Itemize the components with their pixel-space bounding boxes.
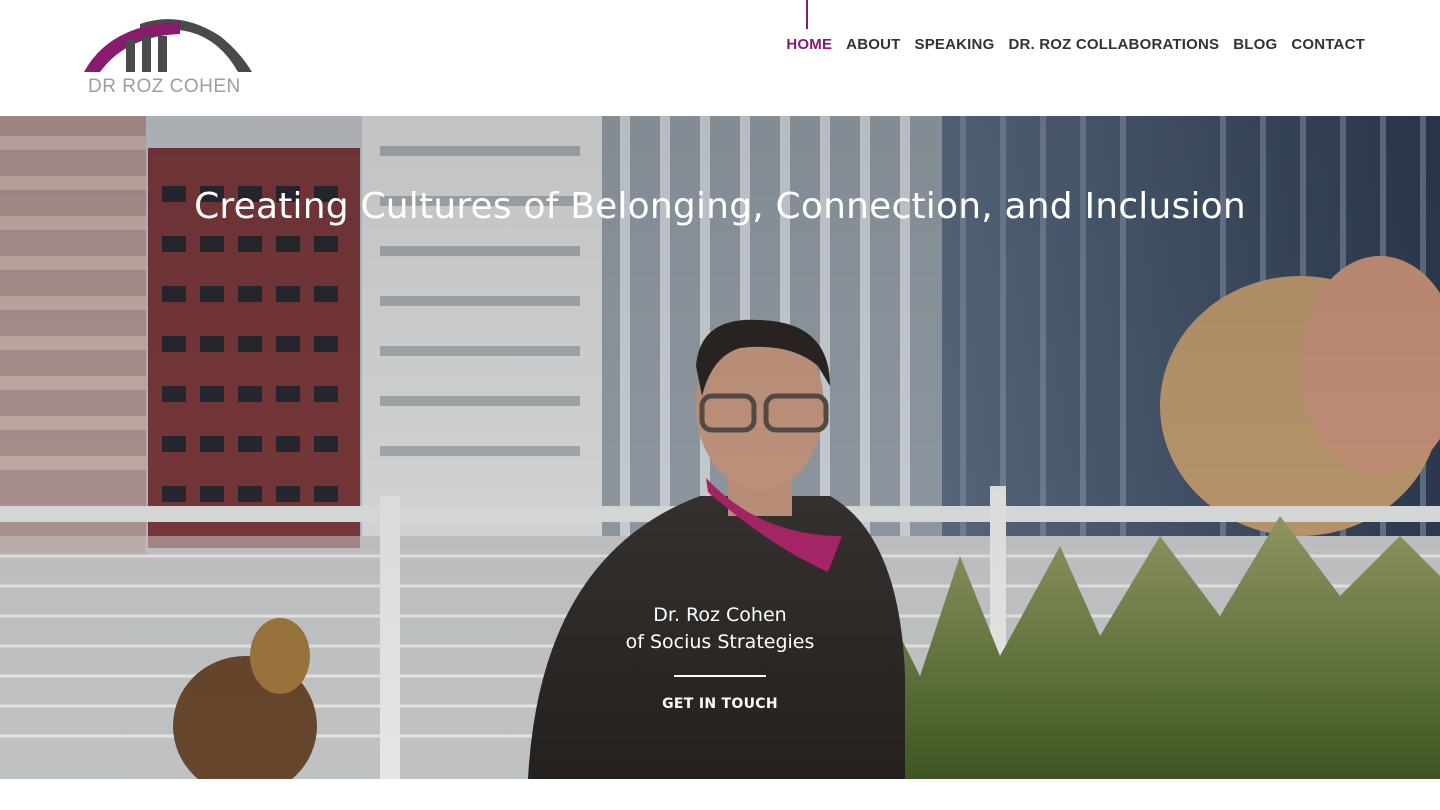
nav-item-contact[interactable]: CONTACT	[1284, 36, 1372, 53]
page-bottom-strip	[0, 779, 1440, 810]
nav-item-blog[interactable]: BLOG	[1226, 36, 1284, 53]
active-nav-marker	[806, 0, 808, 29]
hero-name-block: Dr. Roz Cohen of Socius Strategies	[0, 602, 1440, 656]
hero-section: Creating Cultures of Belonging, Connecti…	[0, 116, 1440, 779]
site-logo[interactable]: DR ROZ COHEN	[80, 14, 260, 104]
hero-divider	[674, 675, 766, 677]
site-header: DR ROZ COHEN HOME ABOUT SPEAKING DR. ROZ…	[0, 0, 1440, 116]
nav-item-collaborations[interactable]: DR. ROZ COLLABORATIONS	[1001, 36, 1226, 53]
hero-name-line2: of Socius Strategies	[625, 631, 815, 653]
get-in-touch-button[interactable]: GET IN TOUCH	[660, 696, 780, 712]
nav-item-about[interactable]: ABOUT	[839, 36, 907, 53]
nav-item-home[interactable]: HOME	[779, 36, 839, 53]
bridge-arch-logo-icon	[84, 19, 252, 73]
hero-title: Creating Cultures of Belonging, Connecti…	[194, 186, 1246, 228]
hero-name-line1: Dr. Roz Cohen	[653, 604, 787, 626]
main-nav: HOME ABOUT SPEAKING DR. ROZ COLLABORATIO…	[779, 36, 1372, 53]
logo-text: DR ROZ COHEN	[88, 76, 241, 97]
nav-item-speaking[interactable]: SPEAKING	[908, 36, 1002, 53]
